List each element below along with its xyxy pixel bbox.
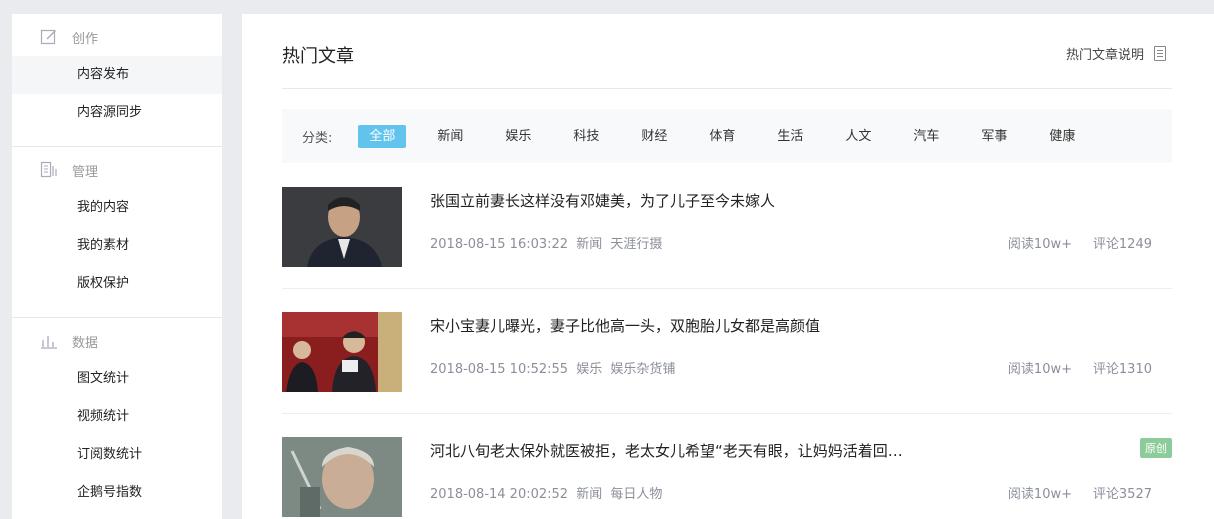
article-meta: 2018-08-15 16:03:22 新闻 天涯行摄 bbox=[430, 233, 666, 252]
article-thumbnail[interactable] bbox=[282, 437, 402, 517]
article-meta: 2018-08-14 20:02:52 新闻 每日人物 bbox=[430, 483, 666, 502]
sidebar-item-article-stats[interactable]: 图文统计 bbox=[12, 360, 222, 398]
filter-tab-culture[interactable]: 人文 bbox=[834, 125, 882, 148]
article-reads: 阅读10w+ bbox=[1007, 487, 1072, 502]
article-row: 张国立前妻长这样没有邓婕美，为了儿子至今未嫁人 2018-08-15 16:03… bbox=[282, 164, 1172, 289]
section-header-create: 创作 bbox=[12, 18, 222, 56]
article-thumbnail[interactable] bbox=[282, 312, 402, 392]
sidebar-section-data: 数据 图文统计 视频统计 订阅数统计 企鹅号指数 bbox=[12, 318, 222, 519]
sidebar-section-manage: 管理 我的内容 我的素材 版权保护 bbox=[12, 147, 222, 318]
original-badge: 原创 bbox=[1140, 438, 1172, 458]
filter-tab-health[interactable]: 健康 bbox=[1038, 125, 1086, 148]
sidebar: 创作 内容发布 内容源同步 管理 我的内容 我的素材 版权保护 数据 图文统计 … bbox=[12, 14, 222, 519]
article-comments: 评论1249 bbox=[1092, 237, 1152, 252]
article-thumbnail[interactable] bbox=[282, 187, 402, 267]
article-source: 天涯行摄 bbox=[610, 237, 663, 252]
article-category: 新闻 bbox=[576, 237, 603, 252]
article-meta: 2018-08-15 10:52:55 娱乐 娱乐杂货铺 bbox=[430, 358, 679, 377]
article-row: 宋小宝妻儿曝光，妻子比他高一头，双胞胎儿女都是高颜值 2018-08-15 10… bbox=[282, 289, 1172, 414]
sidebar-item-video-stats[interactable]: 视频统计 bbox=[12, 398, 222, 436]
article-title[interactable]: 河北八旬老太保外就医被拒，老太女儿希望“老天有眼，让妈妈活着回… bbox=[430, 440, 903, 461]
filter-label: 分类: bbox=[302, 130, 333, 146]
sidebar-item-content-publish[interactable]: 内容发布 bbox=[12, 56, 222, 94]
sidebar-section-create: 创作 内容发布 内容源同步 bbox=[12, 14, 222, 147]
sidebar-item-content-sync[interactable]: 内容源同步 bbox=[12, 94, 222, 132]
filter-tab-tech[interactable]: 科技 bbox=[562, 125, 610, 148]
article-comments: 评论1310 bbox=[1092, 362, 1152, 377]
sidebar-item-penguin-index[interactable]: 企鹅号指数 bbox=[12, 474, 222, 512]
article-source: 每日人物 bbox=[610, 487, 663, 502]
page-header: 热门文章 热门文章说明 bbox=[282, 14, 1172, 89]
section-title: 管理 bbox=[72, 164, 99, 180]
article-reads: 阅读10w+ bbox=[1007, 362, 1072, 377]
filter-tab-entertainment[interactable]: 娱乐 bbox=[494, 125, 542, 148]
article-title[interactable]: 宋小宝妻儿曝光，妻子比他高一头，双胞胎儿女都是高颜值 bbox=[430, 315, 820, 336]
main-panel: 热门文章 热门文章说明 分类: 全部 新闻 娱乐 科技 财经 体育 生活 人文 … bbox=[242, 14, 1214, 519]
hot-articles-help-link[interactable]: 热门文章说明 bbox=[1066, 44, 1166, 63]
filter-tab-news[interactable]: 新闻 bbox=[426, 125, 474, 148]
section-title: 创作 bbox=[72, 31, 99, 47]
category-filter-bar: 分类: 全部 新闻 娱乐 科技 财经 体育 生活 人文 汽车 军事 健康 bbox=[282, 109, 1172, 163]
article-source: 娱乐杂货铺 bbox=[610, 362, 676, 377]
filter-tab-all[interactable]: 全部 bbox=[358, 124, 407, 148]
manage-icon bbox=[40, 161, 58, 179]
filter-tab-military[interactable]: 军事 bbox=[970, 125, 1018, 148]
edit-icon bbox=[40, 28, 58, 46]
sidebar-item-subscriber-stats[interactable]: 订阅数统计 bbox=[12, 436, 222, 474]
article-title[interactable]: 张国立前妻长这样没有邓婕美，为了儿子至今未嫁人 bbox=[430, 190, 775, 211]
article-comments: 评论3527 bbox=[1092, 487, 1152, 502]
document-icon bbox=[1154, 46, 1166, 61]
section-header-data: 数据 bbox=[12, 322, 222, 360]
article-time: 2018-08-15 16:03:22 bbox=[430, 237, 569, 252]
bar-chart-icon bbox=[40, 332, 58, 350]
article-time: 2018-08-14 20:02:52 bbox=[430, 487, 569, 502]
filter-tab-auto[interactable]: 汽车 bbox=[902, 125, 950, 148]
sidebar-item-my-content[interactable]: 我的内容 bbox=[12, 189, 222, 227]
article-row: 河北八旬老太保外就医被拒，老太女儿希望“老天有眼，让妈妈活着回… 原创 2018… bbox=[282, 414, 1172, 519]
filter-tab-finance[interactable]: 财经 bbox=[630, 125, 678, 148]
sidebar-item-copyright[interactable]: 版权保护 bbox=[12, 265, 222, 303]
article-reads: 阅读10w+ bbox=[1007, 237, 1072, 252]
filter-tab-sports[interactable]: 体育 bbox=[698, 125, 746, 148]
article-category: 新闻 bbox=[576, 487, 603, 502]
section-title: 数据 bbox=[72, 335, 99, 351]
page-title: 热门文章 bbox=[282, 46, 354, 67]
article-time: 2018-08-15 10:52:55 bbox=[430, 362, 569, 377]
filter-tab-life[interactable]: 生活 bbox=[766, 125, 814, 148]
article-category: 娱乐 bbox=[576, 362, 603, 377]
sidebar-item-my-materials[interactable]: 我的素材 bbox=[12, 227, 222, 265]
section-header-manage: 管理 bbox=[12, 151, 222, 189]
help-link-label: 热门文章说明 bbox=[1065, 48, 1144, 63]
